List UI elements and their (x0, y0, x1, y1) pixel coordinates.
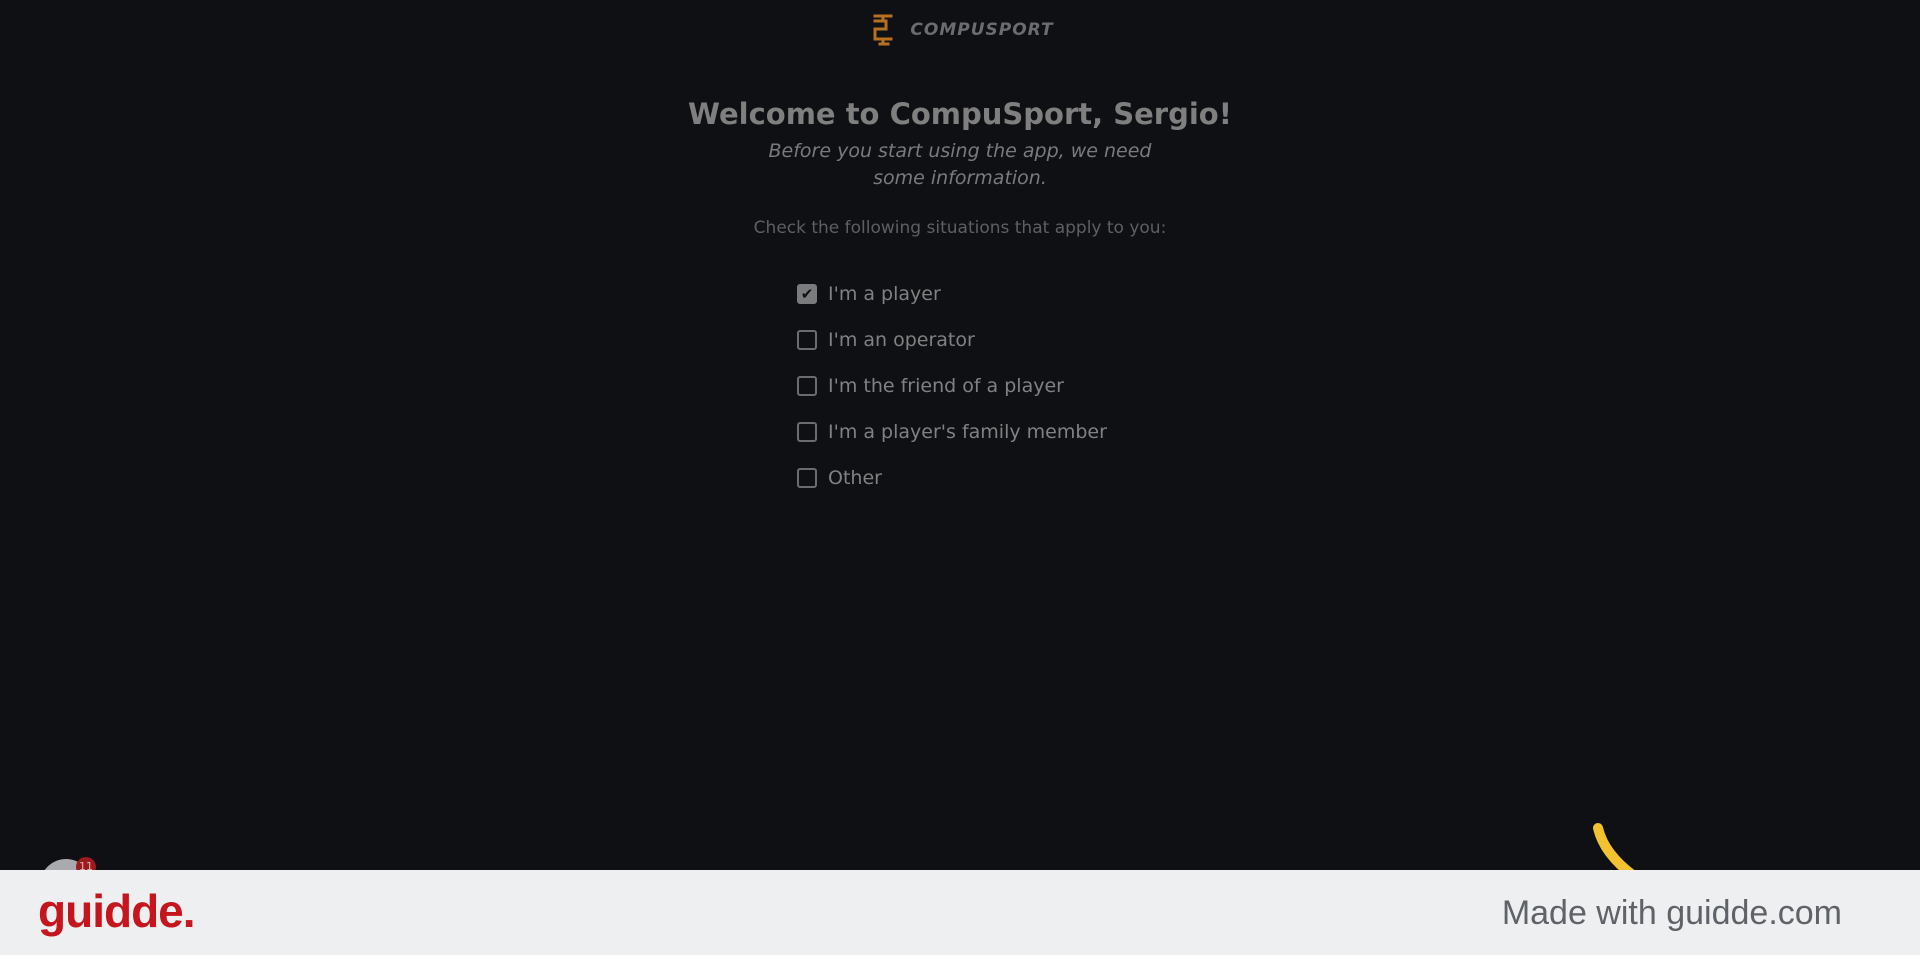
brand-header: COMPUSPORT (0, 14, 1920, 46)
guidde-footer: guidde. Made with guidde.com (0, 870, 1920, 955)
checkbox[interactable] (797, 330, 817, 350)
option-other[interactable]: Other (797, 455, 1107, 501)
checkbox[interactable] (797, 468, 817, 488)
onboarding-page: COMPUSPORT Welcome to CompuSport, Sergio… (0, 0, 1920, 955)
checkbox[interactable]: ✔ (797, 284, 817, 304)
option-family-member[interactable]: I'm a player's family member (797, 409, 1107, 455)
option-label: Other (828, 467, 882, 489)
checklist-prompt: Check the following situations that appl… (753, 218, 1167, 238)
page-title: Welcome to CompuSport, Sergio! (688, 97, 1232, 131)
compusport-logo-icon (866, 14, 900, 46)
option-operator[interactable]: I'm an operator (797, 317, 1107, 363)
option-player[interactable]: ✔ I'm a player (797, 271, 1107, 317)
option-label: I'm an operator (828, 329, 975, 351)
brand-name: COMPUSPORT (910, 20, 1054, 40)
checkbox[interactable] (797, 422, 817, 442)
option-friend[interactable]: I'm the friend of a player (797, 363, 1107, 409)
page-subtitle: Before you start using the app, we need … (768, 140, 1152, 189)
option-label: I'm the friend of a player (828, 375, 1064, 397)
checkbox[interactable] (797, 376, 817, 396)
check-icon: ✔ (800, 284, 814, 303)
welcome-section: Welcome to CompuSport, Sergio! Before yo… (0, 94, 1920, 240)
option-label: I'm a player's family member (828, 421, 1107, 443)
option-label: I'm a player (828, 283, 941, 305)
guidde-logo: guidde. (38, 885, 196, 937)
situation-checklist: ✔ I'm a player I'm an operator I'm the f… (797, 271, 1107, 501)
made-with-text: Made with guidde.com (1501, 894, 1842, 932)
